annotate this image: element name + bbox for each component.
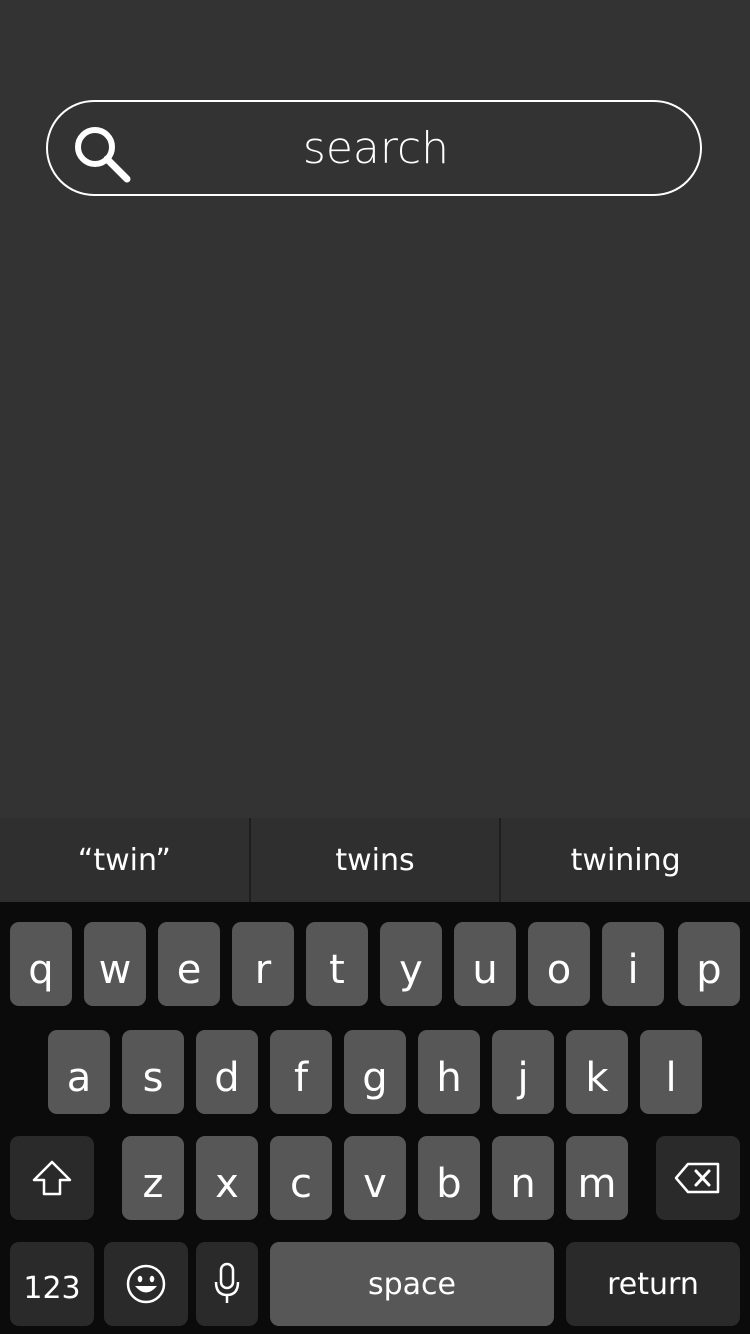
predictive-text-bar: “twin” twins twining: [0, 818, 750, 902]
key-q[interactable]: q: [10, 922, 72, 1006]
key-a[interactable]: a: [48, 1030, 110, 1114]
emoji-icon: [126, 1264, 166, 1304]
keyboard: q w e r t y u o i p a s d f g h j k l z …: [0, 902, 750, 1334]
key-t[interactable]: t: [306, 922, 368, 1006]
key-k[interactable]: k: [566, 1030, 628, 1114]
search-input[interactable]: [148, 102, 604, 194]
key-n[interactable]: n: [492, 1136, 554, 1220]
shift-icon: [32, 1160, 72, 1196]
key-m[interactable]: m: [566, 1136, 628, 1220]
key-l[interactable]: l: [640, 1030, 702, 1114]
key-o[interactable]: o: [528, 922, 590, 1006]
key-d[interactable]: d: [196, 1030, 258, 1114]
key-e[interactable]: e: [158, 922, 220, 1006]
key-c[interactable]: c: [270, 1136, 332, 1220]
key-v[interactable]: v: [344, 1136, 406, 1220]
key-z[interactable]: z: [122, 1136, 184, 1220]
suggestion-twining[interactable]: twining: [499, 818, 750, 902]
shift-key[interactable]: [10, 1136, 94, 1220]
suggestion-twins[interactable]: twins: [248, 818, 500, 902]
key-f[interactable]: f: [270, 1030, 332, 1114]
key-x[interactable]: x: [196, 1136, 258, 1220]
return-key[interactable]: return: [566, 1242, 740, 1326]
microphone-icon: [214, 1262, 240, 1303]
backspace-icon: [674, 1162, 720, 1194]
key-w[interactable]: w: [84, 922, 146, 1006]
key-s[interactable]: s: [122, 1030, 184, 1114]
emoji-key[interactable]: [104, 1242, 188, 1326]
space-key[interactable]: space: [270, 1242, 554, 1326]
key-p[interactable]: p: [678, 922, 740, 1006]
key-b[interactable]: b: [418, 1136, 480, 1220]
key-j[interactable]: j: [492, 1030, 554, 1114]
search-icon[interactable]: [70, 122, 132, 184]
key-i[interactable]: i: [602, 922, 664, 1006]
numbers-key[interactable]: 123: [10, 1242, 94, 1326]
dictation-key[interactable]: [196, 1242, 258, 1326]
key-u[interactable]: u: [454, 922, 516, 1006]
suggestion-literal[interactable]: “twin”: [0, 818, 249, 902]
key-g[interactable]: g: [344, 1030, 406, 1114]
search-bar[interactable]: [46, 100, 702, 196]
key-r[interactable]: r: [232, 922, 294, 1006]
app-screen: “twin” twins twining q w e r t y u o i p…: [0, 0, 750, 1334]
key-h[interactable]: h: [418, 1030, 480, 1114]
delete-key[interactable]: [656, 1136, 740, 1220]
key-y[interactable]: y: [380, 922, 442, 1006]
